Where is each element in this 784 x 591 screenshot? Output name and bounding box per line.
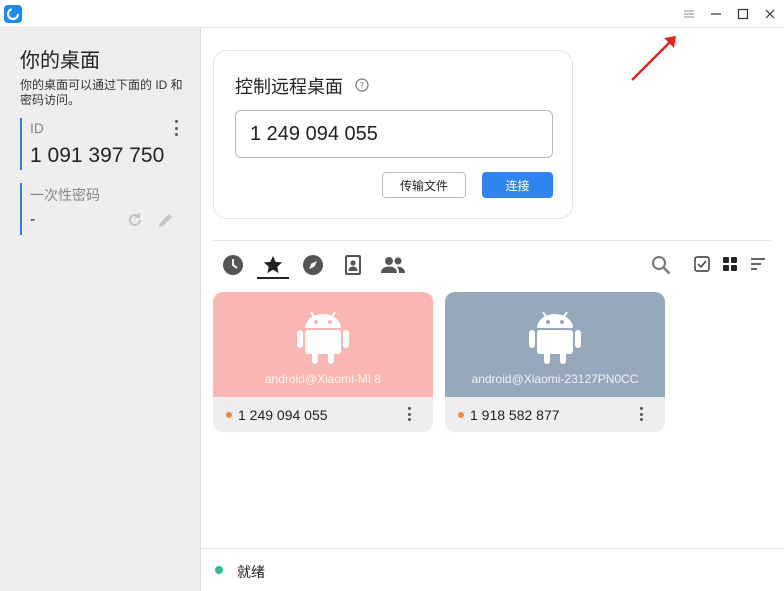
peer-id: 1 918 582 877: [470, 407, 560, 423]
id-more-icon[interactable]: [171, 120, 181, 136]
app-logo-icon: [4, 5, 22, 23]
control-remote-card: 控制远程桌面 ? 传输文件 连接: [213, 50, 573, 219]
sort-button[interactable]: [748, 254, 768, 274]
svg-text:?: ?: [360, 82, 365, 92]
refresh-icon[interactable]: [126, 211, 144, 229]
search-button[interactable]: [650, 254, 672, 276]
tab-favorites[interactable]: [257, 250, 289, 280]
menu-icon[interactable]: [678, 4, 700, 24]
grid-icon: [723, 257, 737, 271]
tab-address-book[interactable]: [337, 250, 369, 280]
peer-preview: android@Xiaomi-MI 8: [213, 292, 433, 397]
maximize-icon[interactable]: [732, 4, 754, 24]
password-block: 一次性密码 -: [20, 183, 185, 235]
group-icon: [381, 257, 405, 273]
online-status-dot: [226, 412, 232, 418]
tab-recent[interactable]: [217, 250, 249, 280]
help-icon[interactable]: ?: [355, 78, 369, 92]
peer-hostname: android@Xiaomi-23127PN0CC: [471, 372, 639, 386]
edit-icon[interactable]: [156, 210, 176, 230]
select-toggle[interactable]: [692, 254, 712, 274]
id-block: ID 1 091 397 750: [20, 118, 185, 170]
password-value[interactable]: -: [30, 211, 35, 229]
peer-id: 1 249 094 055: [238, 407, 328, 423]
ready-status-dot: [215, 566, 223, 574]
search-icon: [652, 256, 671, 275]
my-desktop-description: 你的桌面可以通过下面的 ID 和密码访问。: [20, 78, 183, 107]
id-label: ID: [30, 120, 44, 136]
title-bar: [0, 0, 784, 28]
peer-more-icon[interactable]: [404, 407, 414, 421]
online-status-dot: [458, 412, 464, 418]
grid-view-button[interactable]: [720, 254, 740, 274]
tab-groups[interactable]: [377, 250, 409, 280]
address-book-icon: [345, 255, 361, 275]
divider: [213, 240, 772, 241]
peer-more-icon[interactable]: [636, 407, 646, 421]
my-desktop-title: 你的桌面: [20, 50, 100, 72]
tab-discovered[interactable]: [297, 250, 329, 280]
transfer-file-button[interactable]: 传输文件: [382, 172, 466, 198]
android-icon: [529, 311, 581, 364]
minimize-icon[interactable]: [705, 4, 727, 24]
active-tab-indicator: [257, 277, 289, 279]
android-icon: [297, 311, 349, 364]
connect-button[interactable]: 连接: [482, 172, 553, 198]
peer-preview: android@Xiaomi-23127PN0CC: [445, 292, 665, 397]
peer-hostname: android@Xiaomi-MI 8: [264, 372, 382, 386]
status-text: 就绪: [237, 564, 265, 580]
peer-card[interactable]: android@Xiaomi-MI 8 1 249 094 055: [213, 292, 433, 432]
peer-card[interactable]: android@Xiaomi-23127PN0CC 1 918 582 877: [445, 292, 665, 432]
remote-id-input[interactable]: [235, 110, 553, 158]
sort-icon: [751, 258, 765, 270]
annotation-arrow-icon: [631, 36, 676, 81]
status-divider: [201, 548, 784, 549]
checkbox-icon: [694, 256, 710, 272]
close-icon[interactable]: [759, 4, 781, 24]
clock-icon: [223, 255, 243, 275]
control-remote-title: 控制远程桌面: [235, 77, 343, 97]
my-desktop-panel: 你的桌面 你的桌面可以通过下面的 ID 和密码访问。 ID 1 091 397 …: [0, 28, 201, 591]
id-value[interactable]: 1 091 397 750: [30, 144, 164, 168]
compass-icon: [303, 255, 323, 275]
password-label: 一次性密码: [30, 187, 100, 203]
star-icon: [263, 255, 283, 274]
